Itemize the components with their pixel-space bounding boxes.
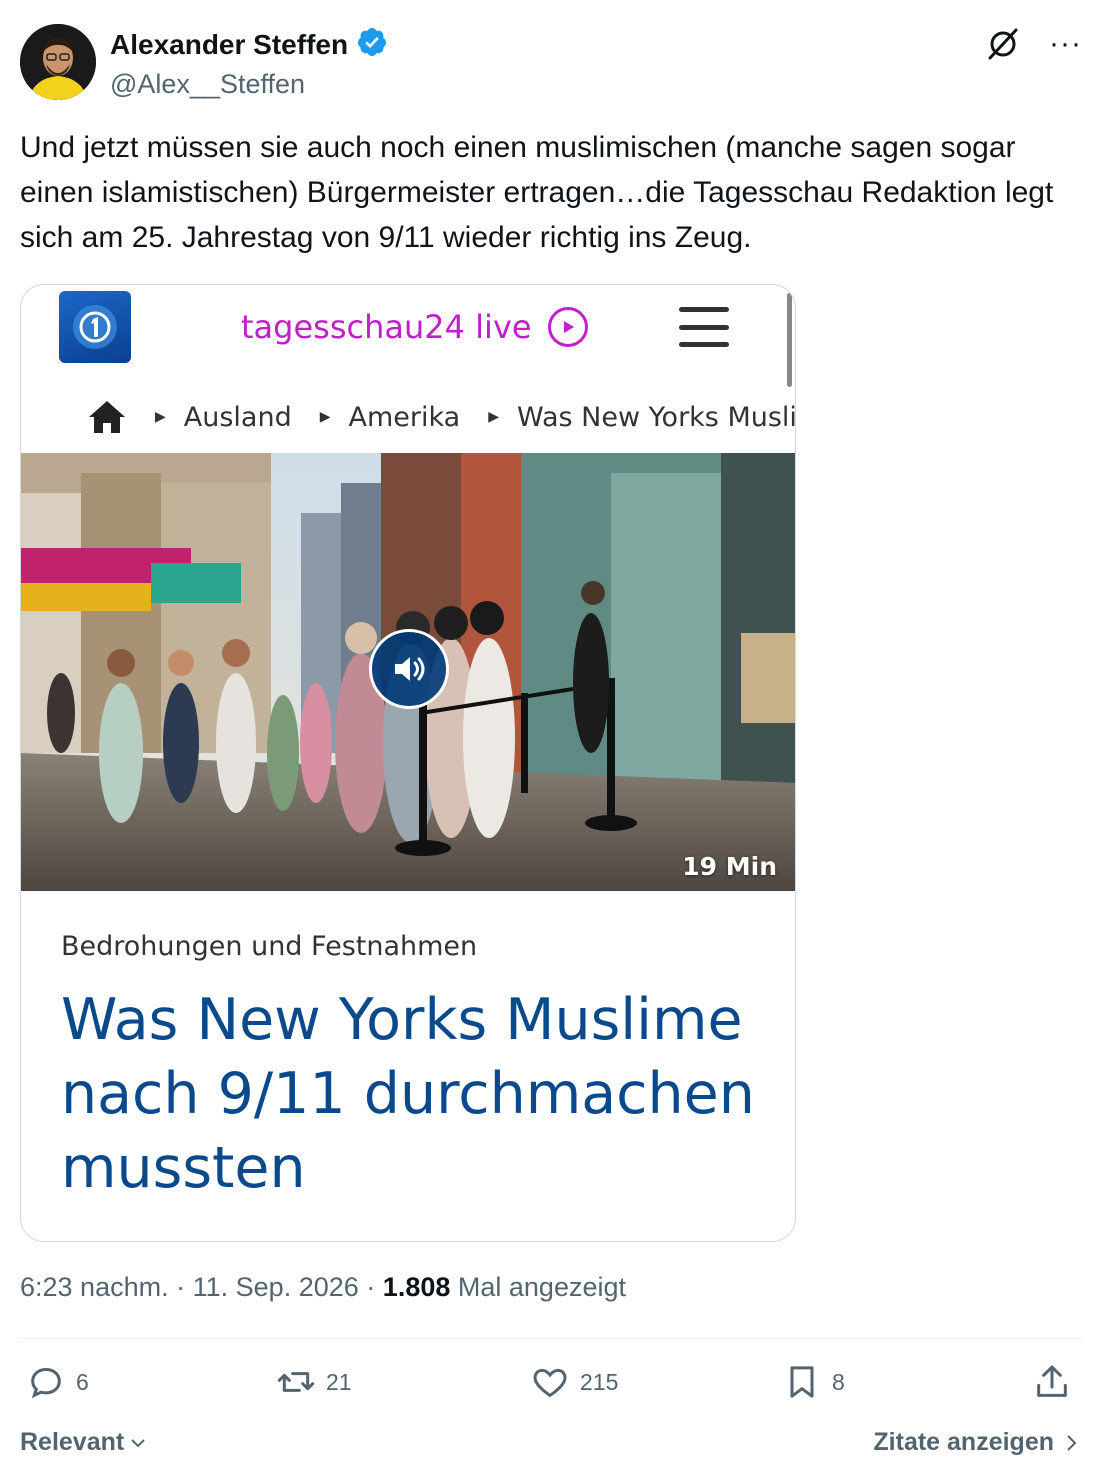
header-actions: ··· — [985, 26, 1082, 62]
heart-icon — [533, 1368, 567, 1398]
play-icon — [547, 307, 588, 347]
tweet-meta: 6:23 nachm. · 11. Sep. 2026 · 1.808 Mal … — [20, 1272, 626, 1303]
article-headline[interactable]: Was New Yorks Muslime nach 9/11 durchmac… — [61, 983, 781, 1205]
hamburger-menu-icon[interactable] — [679, 307, 729, 347]
tweet-text: Und jetzt müssen sie auch noch einen mus… — [20, 131, 1054, 254]
live-link[interactable]: tagesschau24 live — [241, 307, 588, 347]
author-handle[interactable]: @Alex__Steffen — [110, 69, 388, 100]
repost-count: 21 — [326, 1368, 352, 1395]
divider — [20, 1338, 1082, 1339]
view-count: 1.808 — [382, 1272, 451, 1302]
avatar[interactable] — [20, 24, 96, 100]
breadcrumb-arrow-icon: ▶ — [319, 409, 331, 425]
breadcrumb-arrow-icon: ▶ — [488, 409, 499, 425]
tagesschau-header: tagesschau24 live — [21, 285, 795, 387]
repost-icon — [277, 1372, 315, 1392]
chevron-right-icon — [1067, 1434, 1077, 1451]
breadcrumb-amerika[interactable]: Amerika — [349, 402, 461, 433]
share-icon — [1037, 1365, 1067, 1397]
view-count-label: Mal angezeigt — [457, 1272, 626, 1302]
view-quotes-link[interactable]: Zitate anzeigen — [873, 1428, 1080, 1457]
live-label: tagesschau24 live — [241, 308, 532, 346]
sort-label: Relevant — [20, 1428, 125, 1456]
repost-button[interactable]: 21 — [276, 1362, 352, 1402]
breadcrumb-ausland[interactable]: Ausland — [184, 402, 292, 433]
article-kicker: Bedrohungen und Festnahmen — [61, 931, 478, 962]
action-bar: 6 21 215 8 — [20, 1362, 1082, 1410]
breadcrumb-arrow-icon: ▶ — [155, 409, 166, 425]
bookmark-icon — [790, 1366, 814, 1398]
quotes-label: Zitate anzeigen — [873, 1428, 1054, 1456]
tweet-time[interactable]: 6:23 nachm. — [20, 1272, 169, 1302]
sort-dropdown[interactable]: Relevant — [20, 1428, 148, 1457]
chevron-down-icon — [131, 1438, 145, 1447]
like-count: 215 — [580, 1368, 619, 1395]
verified-badge-icon[interactable] — [356, 26, 388, 63]
reply-count: 6 — [76, 1368, 89, 1395]
audio-play-button[interactable] — [369, 629, 449, 709]
bookmark-button[interactable]: 8 — [782, 1362, 845, 1402]
grok-icon[interactable] — [985, 26, 1021, 62]
speaker-icon — [395, 657, 425, 681]
breadcrumb: ▶ Ausland ▶ Amerika ▶ Was New Yorks Musl… — [87, 387, 795, 447]
breadcrumb-current[interactable]: Was New Yorks Musli — [517, 402, 795, 433]
share-button[interactable] — [1032, 1362, 1072, 1402]
reply-icon — [31, 1367, 61, 1399]
duration-badge: 19 Min — [682, 852, 777, 881]
scrollbar[interactable] — [787, 293, 792, 387]
bookmark-count: 8 — [832, 1368, 845, 1395]
reply-button[interactable]: 6 — [26, 1362, 89, 1402]
author-name[interactable]: Alexander Steffen — [110, 29, 348, 61]
media-screenshot[interactable]: tagesschau24 live ▶ Ausland ▶ Amerika ▶ … — [20, 284, 796, 1242]
meta-separator: · — [176, 1272, 186, 1302]
tagesschau-logo-icon — [59, 291, 131, 363]
article-photo[interactable]: 19 Min — [21, 453, 795, 891]
author-block: Alexander Steffen @Alex__Steffen — [110, 26, 388, 100]
like-button[interactable]: 215 — [530, 1362, 618, 1402]
meta-separator: · — [366, 1272, 376, 1302]
more-icon[interactable]: ··· — [1049, 29, 1082, 59]
home-icon[interactable] — [87, 397, 127, 437]
tweet-date[interactable]: 11. Sep. 2026 — [193, 1272, 359, 1302]
